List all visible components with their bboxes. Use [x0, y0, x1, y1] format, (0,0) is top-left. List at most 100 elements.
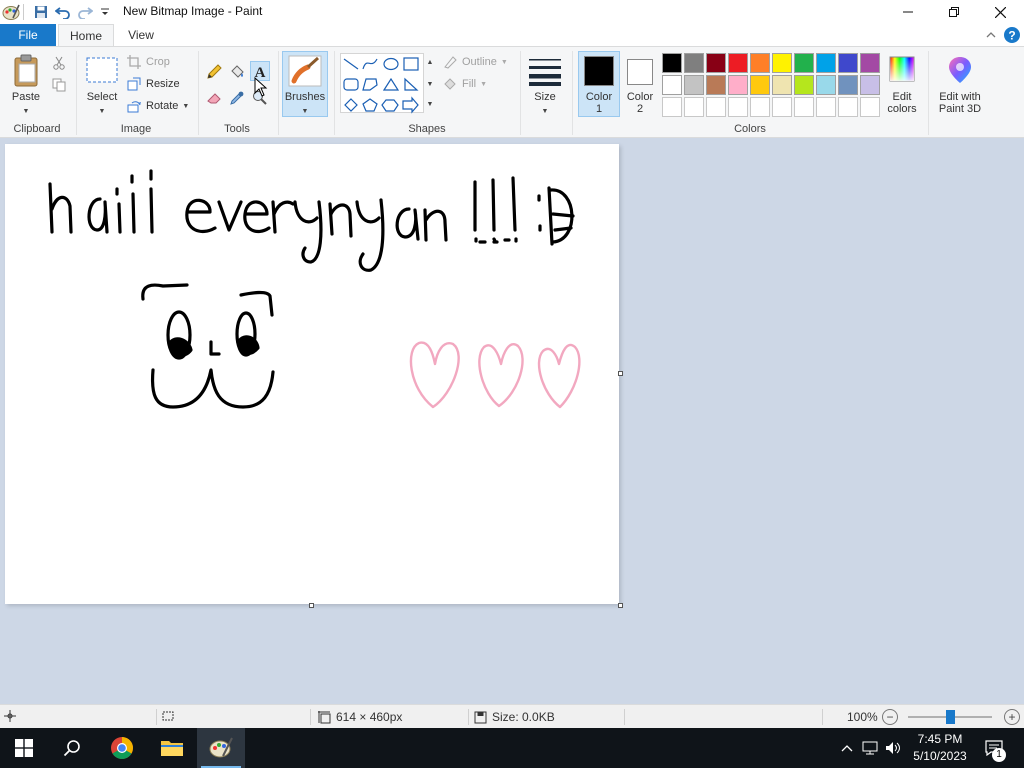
- brushes-label: Brushes: [284, 91, 326, 103]
- eraser-icon[interactable]: [205, 89, 223, 107]
- palette-swatch[interactable]: [728, 53, 748, 73]
- size-lines-icon[interactable]: [528, 55, 562, 87]
- undo-icon[interactable]: [54, 3, 72, 21]
- zoom-in-button[interactable]: +: [1004, 709, 1020, 725]
- brushes-dropdown-icon[interactable]: ▼: [282, 105, 328, 118]
- minimize-button[interactable]: [885, 0, 931, 24]
- palette-swatch[interactable]: [662, 75, 682, 95]
- size-button[interactable]: Size: [524, 91, 566, 104]
- status-separator: [624, 709, 625, 725]
- shapes-scroll-down-icon[interactable]: ▼: [425, 77, 435, 91]
- maximize-button[interactable]: [931, 0, 977, 24]
- outline-label: Outline: [462, 56, 497, 68]
- palette-swatch[interactable]: [816, 53, 836, 73]
- palette-swatch[interactable]: [860, 53, 880, 73]
- edit-colors-label-2[interactable]: colors: [880, 103, 924, 116]
- palette-swatch[interactable]: [860, 97, 880, 117]
- palette-swatch[interactable]: [662, 97, 682, 117]
- cursor-position-icon: [4, 710, 16, 722]
- paint-taskbar-button[interactable]: [197, 728, 245, 768]
- palette-swatch[interactable]: [794, 53, 814, 73]
- edit-paint3d-label-2[interactable]: Paint 3D: [932, 103, 988, 116]
- paint3d-icon[interactable]: [946, 55, 974, 85]
- palette-swatch[interactable]: [706, 53, 726, 73]
- resize-button[interactable]: Resize: [127, 75, 180, 93]
- resize-handle-bottom[interactable]: [309, 603, 314, 608]
- resize-handle-right[interactable]: [618, 371, 623, 376]
- palette-swatch[interactable]: [838, 75, 858, 95]
- palette-swatch[interactable]: [684, 53, 704, 73]
- ribbon-tabs: File Home View ?: [0, 24, 1024, 46]
- palette-swatch[interactable]: [772, 53, 792, 73]
- palette-swatch[interactable]: [750, 97, 770, 117]
- palette-swatch[interactable]: [838, 97, 858, 117]
- fill-button[interactable]: Fill ▼: [443, 75, 487, 93]
- drawing-canvas[interactable]: [5, 144, 619, 604]
- fill-bucket-icon[interactable]: [228, 63, 246, 81]
- select-dropdown-icon[interactable]: ▼: [80, 105, 124, 118]
- show-hidden-icons-chevron-icon[interactable]: [839, 740, 855, 756]
- palette-swatch[interactable]: [684, 75, 704, 95]
- edit-colors-icon[interactable]: [888, 55, 916, 83]
- palette-swatch[interactable]: [772, 75, 792, 95]
- cut-icon[interactable]: [51, 55, 67, 71]
- select-button[interactable]: Select: [80, 91, 124, 104]
- save-icon[interactable]: [32, 3, 50, 21]
- tab-view[interactable]: View: [118, 24, 164, 46]
- paste-clipboard-icon[interactable]: [12, 53, 42, 89]
- resize-handle-corner[interactable]: [618, 603, 623, 608]
- palette-swatch[interactable]: [794, 97, 814, 117]
- paint-icon: [209, 737, 233, 758]
- customize-toolbar-chevron-icon[interactable]: [96, 3, 114, 21]
- shapes-expand-icon[interactable]: ▼: [425, 97, 435, 111]
- search-button[interactable]: [48, 728, 96, 768]
- rotate-button[interactable]: Rotate ▼: [127, 97, 189, 115]
- tab-home[interactable]: Home: [58, 24, 114, 46]
- outline-button[interactable]: Outline ▼: [443, 53, 508, 71]
- palette-swatch[interactable]: [728, 97, 748, 117]
- crop-icon: [127, 55, 141, 69]
- crop-button[interactable]: Crop: [127, 53, 170, 71]
- palette-swatch[interactable]: [860, 75, 880, 95]
- palette-swatch[interactable]: [794, 75, 814, 95]
- palette-swatch[interactable]: [728, 75, 748, 95]
- canvas-workspace[interactable]: [0, 138, 1024, 704]
- close-button[interactable]: [977, 0, 1023, 24]
- shapes-gallery[interactable]: [340, 53, 424, 114]
- paint-app-icon[interactable]: [2, 3, 20, 21]
- rotate-label: Rotate: [146, 100, 179, 112]
- copy-icon[interactable]: [51, 77, 67, 93]
- zoom-level: 100%: [847, 710, 878, 724]
- palette-swatch[interactable]: [750, 53, 770, 73]
- pencil-icon[interactable]: [205, 63, 223, 81]
- palette-swatch[interactable]: [838, 53, 858, 73]
- start-button[interactable]: [0, 728, 48, 768]
- help-icon[interactable]: ?: [1004, 27, 1020, 43]
- color1-swatch: [584, 56, 614, 86]
- redo-icon[interactable]: [76, 3, 94, 21]
- palette-swatch[interactable]: [816, 75, 836, 95]
- size-dropdown-icon[interactable]: ▼: [524, 105, 566, 118]
- palette-swatch[interactable]: [772, 97, 792, 117]
- volume-icon[interactable]: [885, 740, 901, 756]
- palette-swatch[interactable]: [750, 75, 770, 95]
- color-picker-icon[interactable]: [228, 89, 246, 107]
- file-explorer-taskbar-button[interactable]: [148, 728, 196, 768]
- network-icon[interactable]: [862, 740, 878, 756]
- zoom-slider-thumb[interactable]: [946, 710, 955, 724]
- paste-button[interactable]: Paste: [6, 91, 46, 104]
- taskbar-clock[interactable]: 7:45 PM 5/10/2023: [906, 731, 974, 765]
- palette-swatch[interactable]: [706, 75, 726, 95]
- select-icon[interactable]: [86, 57, 118, 83]
- tab-file[interactable]: File: [0, 24, 56, 46]
- color2-swatch[interactable]: [627, 59, 653, 85]
- palette-swatch[interactable]: [706, 97, 726, 117]
- palette-swatch[interactable]: [684, 97, 704, 117]
- chrome-taskbar-button[interactable]: [98, 728, 146, 768]
- collapse-ribbon-icon[interactable]: [983, 27, 999, 43]
- zoom-out-button[interactable]: −: [882, 709, 898, 725]
- shapes-scroll-up-icon[interactable]: ▲: [425, 55, 435, 69]
- paste-dropdown-icon[interactable]: ▼: [6, 105, 46, 118]
- palette-swatch[interactable]: [816, 97, 836, 117]
- palette-swatch[interactable]: [662, 53, 682, 73]
